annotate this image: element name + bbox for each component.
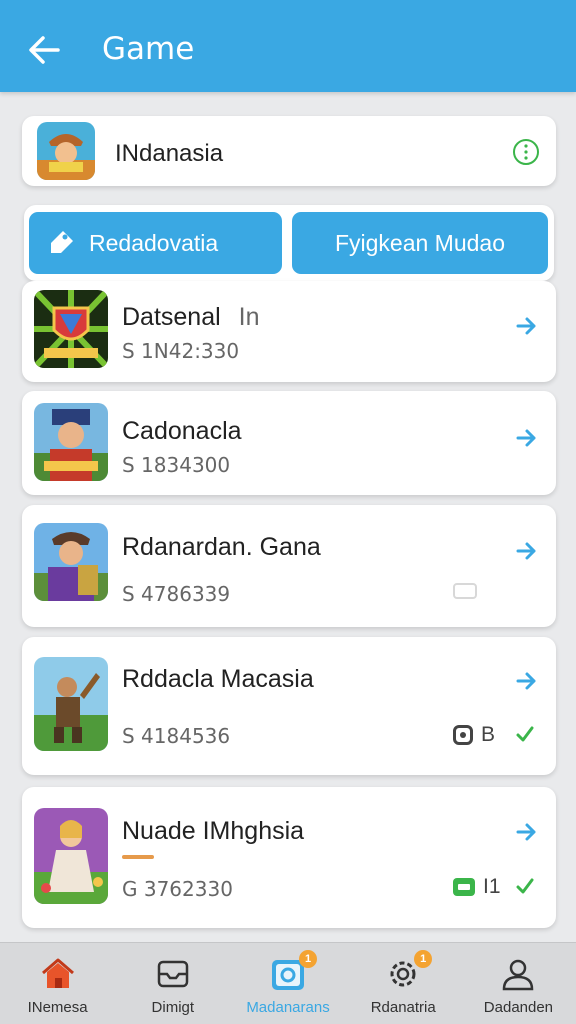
nav-item-home[interactable]: INemesa [0,943,115,1024]
game-price: S 4786339 [122,582,231,606]
battery-icon [453,878,475,896]
region-card[interactable]: INdanasia [22,116,556,186]
game-tag: In [238,303,260,331]
nav-item-inbox[interactable]: Dimigt [115,943,230,1024]
game-thumbnail [34,523,108,601]
game-thumbnail [34,657,108,751]
plus-arrow-icon[interactable] [514,820,538,844]
check-icon [514,875,536,897]
game-thumbnail [34,403,108,481]
primary-action-label: Redadovatia [89,229,219,256]
nav-item-camera[interactable]: 1 Madanarans [230,943,345,1024]
nav-label: Rdanatria [370,999,436,1016]
action-bar: Redadovatia Fyigkean Mudao [24,205,554,281]
game-price: S 1N42:330 [122,339,240,363]
nav-label: Madanarans [246,999,330,1016]
status-badge-label: B [481,723,496,746]
info-icon[interactable] [512,138,540,166]
camera-icon: 1 [269,950,317,993]
region-name: INdanasia [115,140,224,167]
game-list-item[interactable]: Cadonacla S 1834300 [22,391,556,495]
plus-arrow-icon[interactable] [514,314,538,338]
status-badge: B [453,723,495,747]
game-title: Rddacla Macasia [122,665,314,693]
nav-label: INemesa [27,999,88,1016]
bottom-nav: INemesa Dimigt 1 Madanarans 1 Rdanatria … [0,942,576,1024]
game-list-item[interactable]: Nuade IMhghsia G 3762330 I1 [22,787,556,928]
notification-badge: 1 [299,950,317,968]
gear-icon: 1 [384,950,433,993]
page-title: Game [102,31,195,67]
game-title: Nuade IMhghsia [122,817,305,845]
nav-label: Dimigt [151,999,195,1016]
nav-label: Dadanden [483,999,554,1016]
app-bar: Game [0,0,576,92]
game-title: Datsenal In [122,303,260,331]
secondary-action-button[interactable]: Fyigkean Mudao [292,212,548,274]
region-thumbnail [37,122,95,180]
toggle-placeholder-icon[interactable] [453,583,477,599]
status-badge: I1 [453,875,501,899]
game-list-item[interactable]: Rdanardan. Gana S 4786339 [22,505,556,627]
nav-item-settings[interactable]: 1 Rdanatria [346,943,461,1024]
user-icon [499,955,537,993]
progress-indicator [122,855,154,859]
back-arrow-icon[interactable] [24,30,64,70]
game-thumbnail [34,290,108,368]
primary-action-button[interactable]: Redadovatia [29,212,282,274]
game-price: S 1834300 [122,453,231,477]
inbox-icon [154,955,192,993]
game-price: S 4184536 [122,724,231,748]
check-icon [514,723,536,745]
game-title: Rdanardan. Gana [122,533,321,561]
edit-tag-icon [47,229,75,257]
plus-arrow-icon[interactable] [514,426,538,450]
game-list-item[interactable]: Rddacla Macasia S 4184536 B [22,637,556,775]
game-price: G 3762330 [122,877,233,901]
notification-badge: 1 [414,950,433,968]
plus-arrow-icon[interactable] [514,539,538,563]
nav-item-profile[interactable]: Dadanden [461,943,576,1024]
record-icon [453,725,473,745]
secondary-action-label: Fyigkean Mudao [334,229,506,256]
game-thumbnail [34,808,108,904]
status-badge-label: I1 [483,875,501,898]
home-icon [39,955,77,993]
plus-arrow-icon[interactable] [514,669,538,693]
game-list-item[interactable]: Datsenal In S 1N42:330 [22,281,556,382]
game-title: Cadonacla [122,417,242,445]
